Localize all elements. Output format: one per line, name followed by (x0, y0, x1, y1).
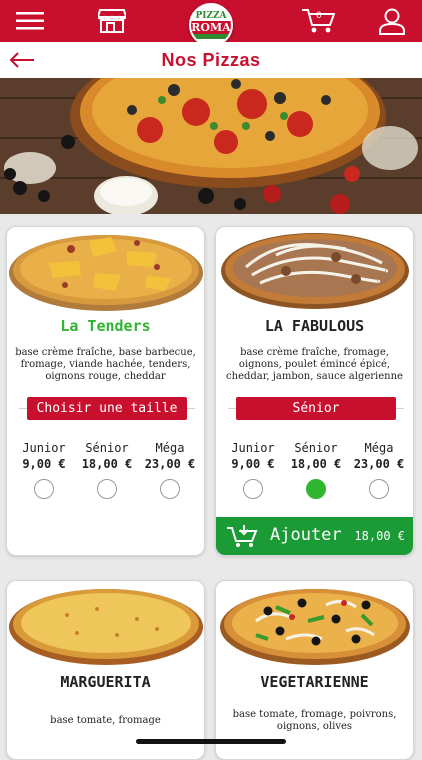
size-price: 9,00 € (231, 457, 275, 471)
user-icon[interactable] (376, 6, 408, 36)
size-options: Junior 9,00 € Sénior 18,00 € Méga 23,00 … (222, 441, 410, 499)
pizza-description: base crème fraîche, fromage, oignons, po… (226, 347, 403, 382)
title-bar: Nos Pizzas (0, 42, 422, 78)
add-price: 18,00 € (354, 529, 405, 543)
pizza-image-la-tenders (9, 235, 203, 311)
cart-count: 0 (316, 11, 322, 21)
pizza-roma-logo[interactable]: PIZZA ROMA (189, 3, 233, 47)
add-label: Ajouter (270, 525, 342, 545)
pizza-description: base tomate, fromage, poivrons, oignons,… (232, 709, 397, 732)
cart-add-icon (227, 525, 258, 547)
size-label: Junior (231, 441, 275, 455)
menu-icon[interactable] (14, 6, 46, 36)
size-label: Junior (22, 441, 66, 455)
page-title: Nos Pizzas (161, 50, 261, 70)
size-option-mega[interactable]: Méga 23,00 € (348, 441, 410, 499)
home-indicator (136, 739, 286, 744)
size-price: 9,00 € (22, 457, 66, 471)
size-radio-selected[interactable] (306, 479, 326, 499)
size-price: 23,00 € (144, 457, 196, 471)
logo-text-roma: ROMA (191, 21, 231, 34)
size-select-button[interactable]: Choisir une taille (27, 397, 187, 420)
size-option-senior[interactable]: Sénior 18,00 € (76, 441, 138, 499)
size-radio[interactable] (34, 479, 54, 499)
pizza-card-vegetarienne: VEGETARIENNE base tomate, fromage, poivr… (215, 580, 414, 760)
pizza-card-la-fabulous: LA FABULOUS base crème fraîche, fromage,… (215, 226, 414, 556)
size-option-junior[interactable]: Junior 9,00 € (222, 441, 284, 499)
pizza-name: LA FABULOUS (264, 317, 365, 335)
size-radio[interactable] (369, 479, 389, 499)
size-radio[interactable] (243, 479, 263, 499)
cart-icon[interactable]: 0 (300, 6, 336, 36)
size-radio[interactable] (160, 479, 180, 499)
size-price: 23,00 € (353, 457, 405, 471)
pizza-name: VEGETARIENNE (260, 673, 369, 691)
size-options: Junior 9,00 € Sénior 18,00 € Méga 23,00 … (13, 441, 201, 499)
size-price: 18,00 € (81, 457, 133, 471)
pizza-image-marguerita (9, 589, 203, 665)
size-label: Sénior (85, 441, 129, 455)
top-bar: PIZZA ROMA 0 (0, 0, 422, 47)
size-label: Sénior (294, 441, 338, 455)
pizza-image-vegetarienne (220, 589, 410, 665)
pizza-image-la-fabulous (221, 233, 409, 309)
logo-text-pizza: PIZZA (195, 11, 227, 21)
size-option-mega[interactable]: Méga 23,00 € (139, 441, 201, 499)
size-option-junior[interactable]: Junior 9,00 € (13, 441, 75, 499)
size-price: 18,00 € (290, 457, 342, 471)
pizza-card-marguerita: MARGUERITA base tomate, fromage (6, 580, 205, 760)
size-label: Méga (364, 441, 394, 455)
pizza-name: MARGUERITA (60, 673, 151, 691)
size-select-button[interactable]: Sénior (236, 397, 396, 420)
pizza-banner-image (0, 78, 422, 214)
size-label: Méga (155, 441, 185, 455)
size-radio[interactable] (97, 479, 117, 499)
store-icon[interactable] (96, 6, 128, 36)
pizza-name: La Tenders (60, 317, 151, 335)
size-option-senior[interactable]: Sénior 18,00 € (285, 441, 347, 499)
pizza-description: base tomate, fromage (50, 715, 161, 726)
add-to-cart-button[interactable]: Ajouter 18,00 € (216, 517, 413, 555)
pizza-card-la-tenders: La Tenders base crème fraîche, base barb… (6, 226, 205, 556)
pizza-description: base crème fraîche, base barbecue, froma… (15, 347, 196, 382)
